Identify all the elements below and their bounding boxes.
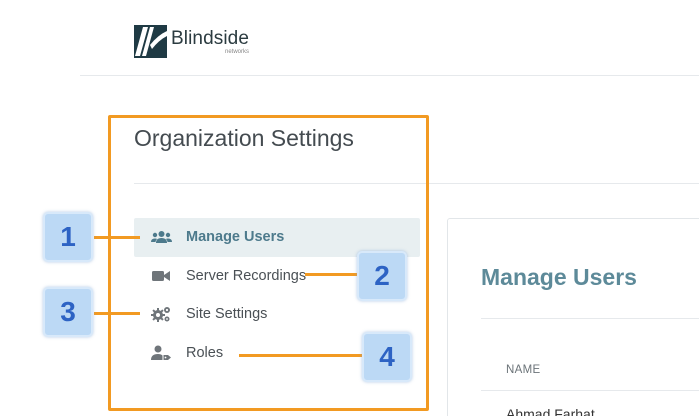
annotation-badge-4: 4 — [362, 332, 412, 382]
column-header-divider — [481, 390, 699, 391]
brand-subtitle: networks — [225, 48, 250, 55]
annotation-connector-3 — [94, 312, 140, 315]
brand-name: Blindside — [171, 27, 250, 49]
column-header-name[interactable]: NAME — [506, 364, 540, 376]
nav-label-server-recordings: Server Recordings — [186, 267, 307, 284]
annotation-connector-4 — [239, 354, 362, 357]
nav-label-roles: Roles — [186, 344, 224, 361]
annotation-badge-3: 3 — [43, 287, 93, 337]
manage-users-title: Manage Users — [481, 264, 637, 290]
title-divider — [134, 183, 699, 184]
header-divider — [80, 75, 699, 76]
table-row-user-name[interactable]: Ahmad Farhat — [506, 406, 595, 416]
brand-logo[interactable]: Blindside networks — [134, 25, 249, 58]
users-icon — [150, 229, 172, 245]
annotation-connector-2 — [305, 273, 357, 276]
card-title-divider — [481, 318, 699, 319]
user-tag-icon — [150, 345, 172, 361]
manage-users-card: Manage Users NAME Ahmad Farhat — [447, 218, 699, 416]
gears-icon — [150, 306, 172, 323]
annotation-badge-2: 2 — [357, 251, 407, 301]
annotation-connector-1 — [94, 236, 140, 239]
logo-mark-icon — [134, 25, 167, 58]
video-camera-icon — [150, 268, 172, 284]
nav-label-site-settings: Site Settings — [186, 306, 268, 323]
page-title: Organization Settings — [134, 125, 354, 151]
nav-label-manage-users: Manage Users — [186, 229, 285, 246]
annotation-badge-1: 1 — [43, 212, 93, 262]
